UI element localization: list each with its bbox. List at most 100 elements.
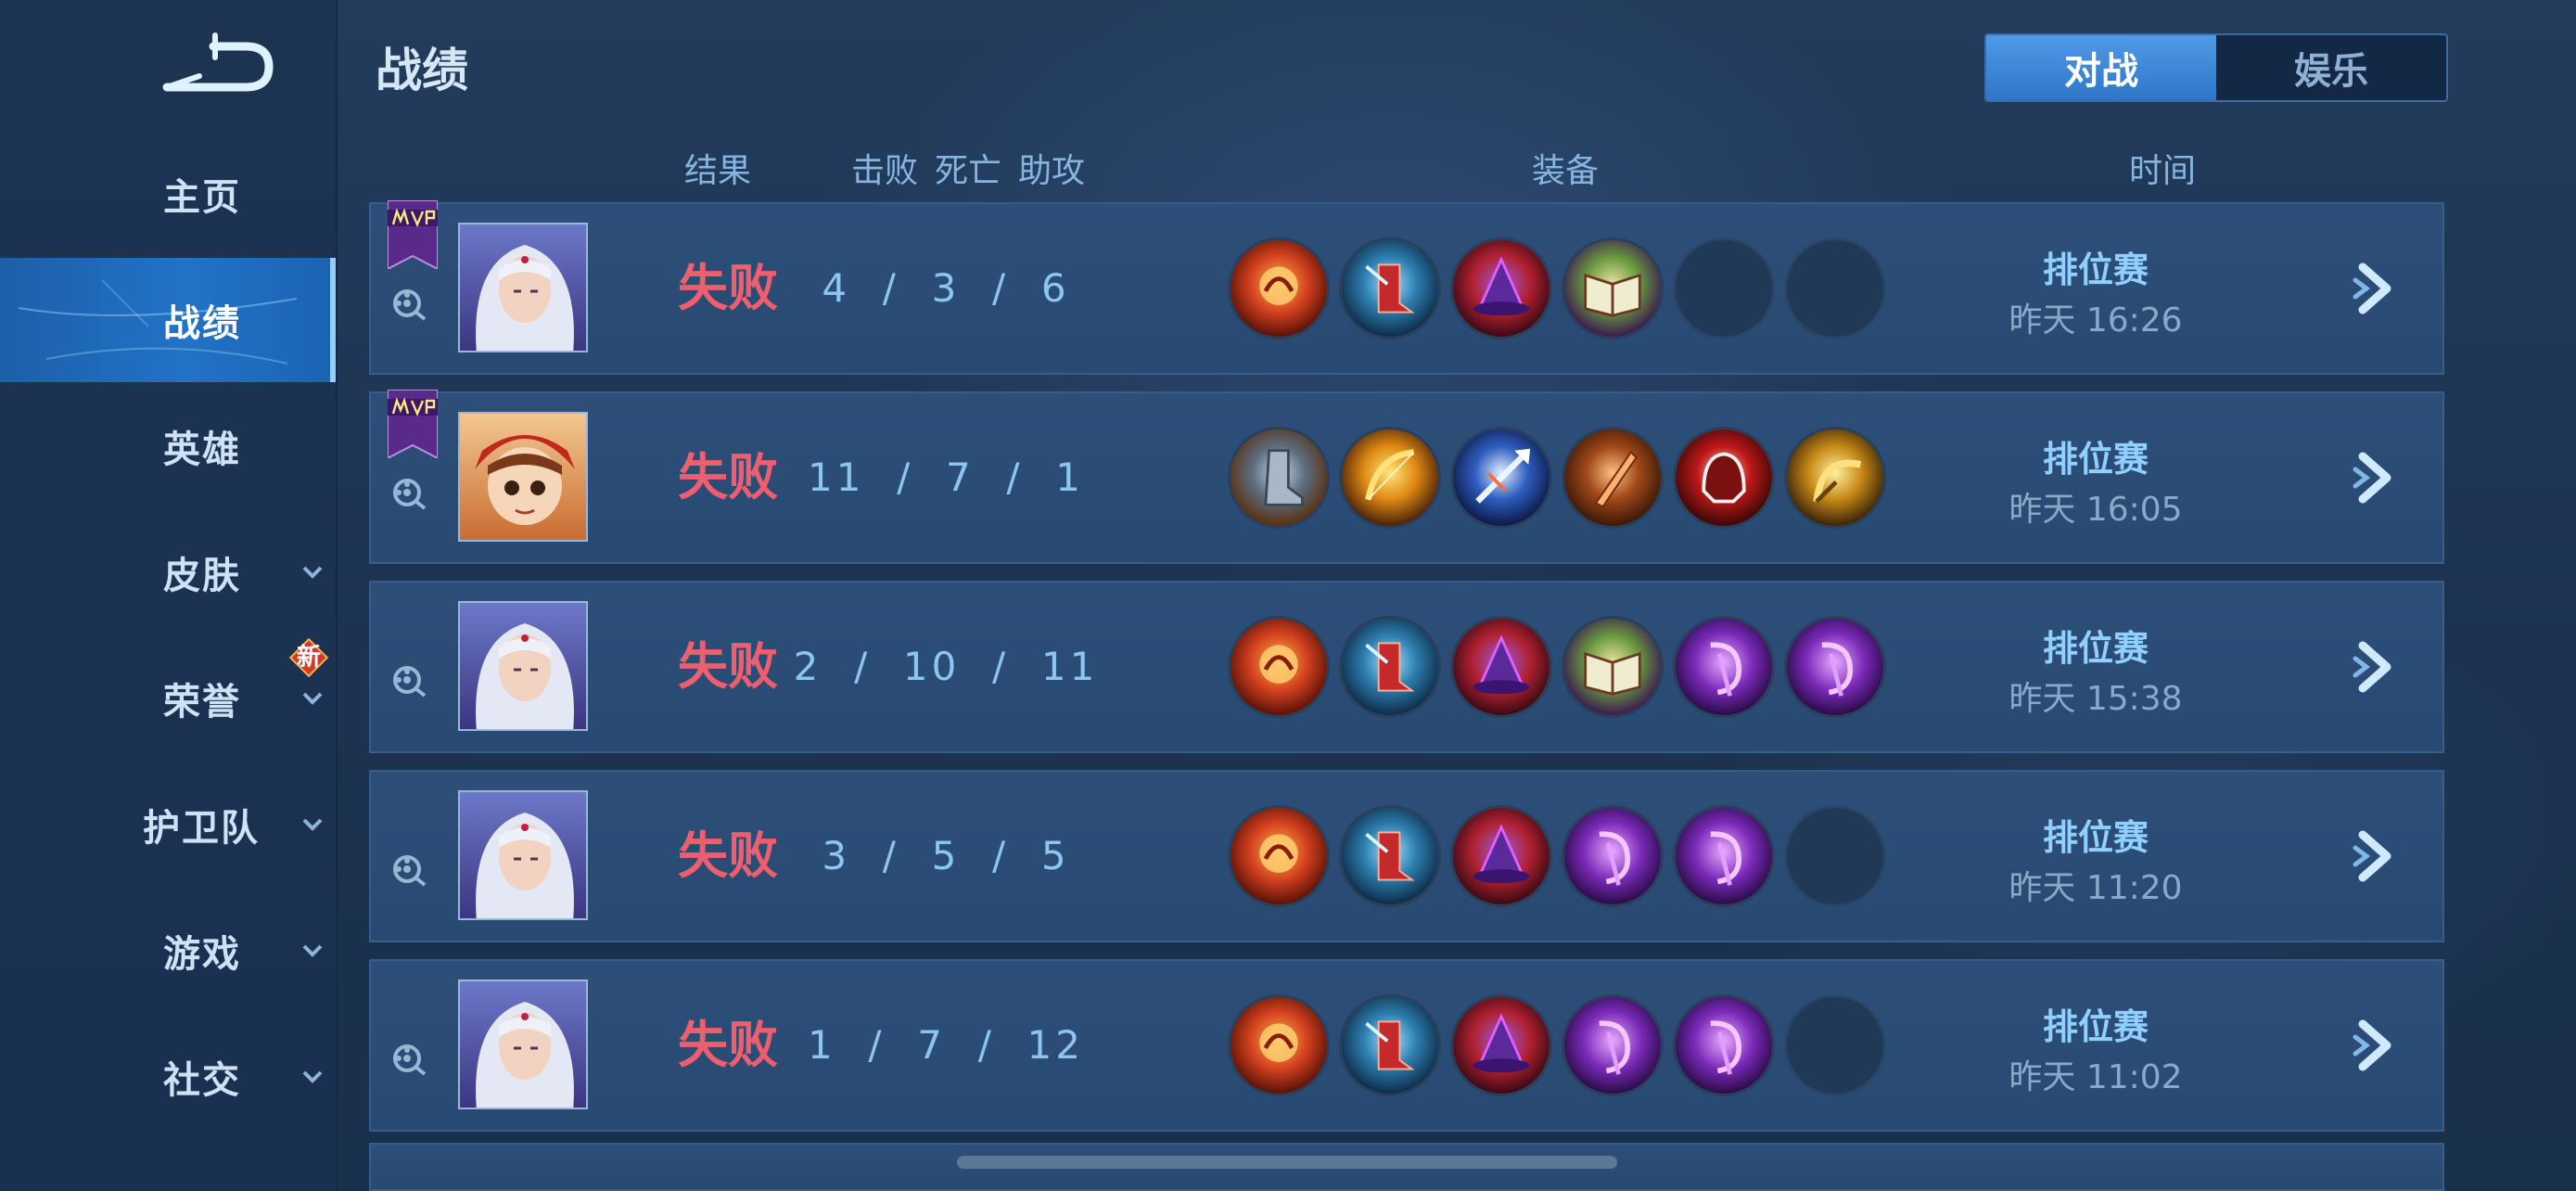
purple-staff-icon [1562, 994, 1664, 1096]
sidebar-item-guard[interactable]: 护卫队 [0, 762, 336, 887]
hero-portrait[interactable] [458, 980, 588, 1109]
chevron-right-icon[interactable] [2346, 258, 2407, 319]
match-row[interactable]: 失败 3 / 5 / 5 排位赛 昨天 11:20 [369, 770, 2444, 942]
replay-icon[interactable] [389, 286, 428, 325]
sidebar-item-label: 英雄 [163, 429, 241, 471]
column-header-time: 时间 [2129, 152, 2197, 190]
sidebar-item-label: 游戏 [163, 933, 241, 976]
sidebar-item-label: 社交 [163, 1059, 241, 1102]
sidebar: 主页 战绩 英雄 皮肤 荣誉 新 护卫队 游戏 社交 [0, 0, 338, 1191]
replay-icon[interactable] [389, 852, 428, 890]
hero-portrait[interactable] [458, 412, 588, 542]
purple-staff-icon [1673, 616, 1775, 718]
hero-portrait[interactable] [458, 790, 588, 920]
hero-portrait[interactable] [458, 223, 588, 352]
replay-icon[interactable] [389, 475, 428, 514]
match-row[interactable]: 失败 1 / 7 / 12 排位赛 昨天 11:02 [369, 959, 2444, 1132]
ice-boots-icon [1339, 994, 1441, 1096]
match-row[interactable]: 失败 11 / 7 / 1 排位赛 昨天 16:05 [369, 390, 2444, 564]
sidebar-item-games[interactable]: 游戏 [0, 889, 336, 1013]
purple-staff-icon [1673, 805, 1775, 907]
kda-score: 2 / 10 / 11 [793, 644, 1099, 689]
sidebar-item-home[interactable]: 主页 [0, 132, 336, 256]
match-time: 昨天 11:02 [2009, 1058, 2183, 1096]
hero-avatar-icon [460, 224, 586, 351]
ice-boots-icon [1339, 237, 1441, 339]
mvp-banner-icon [388, 200, 438, 269]
column-header-result: 结果 [684, 152, 752, 190]
chevron-down-icon [302, 1070, 323, 1083]
sidebar-item-label: 战绩 [163, 302, 241, 345]
match-time: 昨天 16:26 [2009, 301, 2183, 339]
flame-orb-icon [1228, 616, 1330, 718]
light-streak-decoration [19, 279, 297, 365]
sidebar-item-honor[interactable]: 荣誉 [0, 636, 336, 761]
match-mode: 排位赛 [2042, 1006, 2149, 1047]
kda-score: 1 / 7 / 12 [808, 1022, 1084, 1068]
chevron-down-icon [302, 944, 323, 957]
new-badge-label: 新 [296, 644, 321, 672]
kda-score: 3 / 5 / 5 [822, 833, 1070, 878]
match-mode: 排位赛 [2042, 628, 2149, 669]
hero-avatar-icon [460, 792, 586, 918]
sidebar-item-label: 荣誉 [163, 681, 241, 724]
replay-icon[interactable] [389, 1041, 428, 1080]
column-header-deaths: 死亡 [935, 152, 1002, 190]
match-mode: 排位赛 [2042, 817, 2149, 858]
gold-scythe-icon [1784, 427, 1886, 529]
match-mode: 排位赛 [2042, 439, 2149, 480]
sidebar-item-social[interactable]: 社交 [0, 1015, 336, 1139]
purple-staff-icon [1562, 805, 1664, 907]
match-row[interactable]: 失败 2 / 10 / 11 排位赛 昨天 15:38 [369, 581, 2444, 753]
empty-equipment-slot [1784, 805, 1886, 907]
match-row[interactable]: 失败 4 / 3 / 6 排位赛 昨天 16:26 [369, 200, 2444, 375]
mode-segmented-control: 对战 娱乐 [1984, 33, 2448, 102]
sidebar-item-heroes[interactable]: 英雄 [0, 384, 336, 508]
spell-book-icon [1562, 237, 1664, 339]
hero-avatar-icon [460, 414, 586, 540]
page-title: 战绩 [376, 44, 468, 97]
ice-boots-icon [1339, 616, 1441, 718]
hero-avatar-icon [460, 981, 586, 1108]
sidebar-item-skins[interactable]: 皮肤 [0, 510, 336, 634]
replay-icon[interactable] [389, 662, 428, 701]
tab-battle[interactable]: 对战 [1986, 35, 2216, 100]
sidebar-item-records[interactable]: 战绩 [0, 258, 336, 382]
red-helm-icon [1673, 427, 1775, 529]
kda-score: 4 / 3 / 6 [822, 265, 1070, 311]
sidebar-item-label: 主页 [163, 176, 241, 219]
empty-equipment-slot [1784, 237, 1886, 339]
chevron-down-icon [302, 692, 323, 705]
flame-orb-icon [1228, 994, 1330, 1096]
spell-book-icon [1562, 616, 1664, 718]
column-header-kills: 击败 [851, 152, 919, 190]
match-mode: 排位赛 [2042, 250, 2149, 290]
chevron-right-icon[interactable] [2346, 826, 2407, 887]
flame-orb-icon [1228, 805, 1330, 907]
purple-staff-icon [1784, 616, 1886, 718]
chevron-right-icon[interactable] [2346, 636, 2407, 698]
golden-bow-icon [1339, 427, 1441, 529]
bronze-blade-icon [1562, 427, 1664, 529]
equipment-list [1228, 616, 1886, 718]
back-icon[interactable] [158, 32, 278, 96]
match-time: 昨天 15:38 [2009, 680, 2183, 718]
hero-portrait[interactable] [458, 601, 588, 731]
chevron-down-icon [302, 566, 323, 579]
horizontal-scrollbar[interactable] [957, 1156, 1617, 1169]
chevron-down-icon [302, 818, 323, 831]
mvp-banner-icon [388, 390, 438, 458]
sidebar-item-label: 皮肤 [163, 555, 241, 597]
wizard-hat-icon [1450, 994, 1552, 1096]
wizard-hat-icon [1450, 805, 1552, 907]
column-header-assists: 助攻 [1018, 152, 1086, 190]
kda-score: 11 / 7 / 1 [808, 455, 1084, 500]
tab-entertainment[interactable]: 娱乐 [2216, 35, 2446, 100]
column-header-equipment: 装备 [1532, 152, 1600, 190]
blue-spear-icon [1450, 427, 1552, 529]
sidebar-item-label: 护卫队 [143, 807, 260, 850]
equipment-list [1228, 805, 1886, 907]
purple-staff-icon [1673, 994, 1775, 1096]
chevron-right-icon[interactable] [2346, 447, 2407, 508]
chevron-right-icon[interactable] [2346, 1015, 2407, 1076]
